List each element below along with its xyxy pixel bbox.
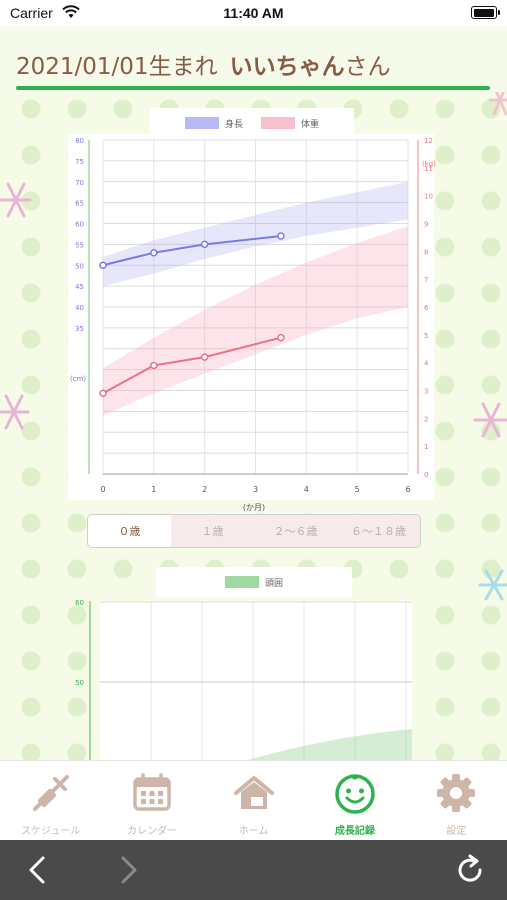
baby-face-icon	[335, 774, 375, 814]
data-point-height	[150, 248, 158, 257]
tab-label-growth-record: 成長記録	[334, 826, 375, 837]
y-tick-label: 40	[75, 304, 84, 312]
data-point-weight	[150, 361, 158, 370]
head-y-tick-label: 60	[75, 599, 84, 607]
data-point-height	[200, 240, 209, 249]
x-axis-unit: (か月)	[243, 503, 265, 512]
right-axis-unit: (kg)	[422, 160, 436, 168]
y2-tick-label: 10	[424, 193, 433, 201]
age-tab-6-18[interactable]: ６〜１８歳	[337, 515, 420, 547]
y-tick-label: 35	[75, 325, 84, 333]
data-point-weight	[200, 353, 209, 361]
tab-label-home: ホーム	[238, 826, 269, 837]
y-tick-label: 75	[75, 158, 84, 166]
y2-tick-label: 12	[424, 137, 433, 145]
y2-tick-label: 3	[424, 388, 428, 396]
y2-tick-label: 6	[424, 304, 429, 312]
x-tick-label: 2	[202, 485, 207, 494]
calendar-icon	[133, 773, 171, 811]
y-tick-label: 55	[75, 241, 84, 249]
tab-growth-record[interactable]: 成長記録	[304, 761, 405, 840]
age-tab-1[interactable]: １歳	[171, 515, 254, 547]
head-chart-legend: 頭囲	[156, 567, 352, 597]
x-tick-label: 4	[304, 485, 309, 494]
y2-tick-label: 9	[424, 221, 428, 229]
gear-icon	[437, 774, 476, 812]
y2-tick-label: 7	[424, 276, 428, 284]
data-point-height	[277, 232, 285, 240]
tab-home[interactable]: ホーム	[203, 761, 304, 840]
snowflake-decoration-right-blue	[478, 569, 507, 601]
y-tick-label: 45	[75, 283, 84, 291]
forward-icon[interactable]	[110, 852, 146, 888]
y2-tick-label: 8	[424, 248, 428, 256]
y-tick-label: 65	[75, 200, 84, 208]
tab-calendar[interactable]: カレンダー	[101, 761, 202, 840]
y2-tick-label: 1	[424, 443, 428, 451]
y2-tick-label: 2	[424, 415, 428, 423]
tab-label-calendar: カレンダー	[127, 826, 178, 837]
age-tab-2-6[interactable]: ２〜６歳	[254, 515, 337, 547]
browser-toolbar	[0, 840, 507, 900]
y2-tick-label: 5	[424, 332, 428, 340]
syringe-icon	[32, 775, 69, 811]
tab-schedule[interactable]: スケジュール	[0, 761, 101, 840]
home-icon	[233, 776, 274, 809]
reload-icon[interactable]	[452, 852, 488, 888]
legend-swatch-head	[224, 576, 259, 588]
x-tick-label: 0	[100, 485, 105, 494]
y-tick-label: 70	[75, 179, 84, 187]
data-point-height	[99, 261, 107, 269]
y2-tick-label: 0	[424, 471, 428, 479]
y-tick-label: 50	[75, 262, 84, 270]
bottom-tab-bar: スケジュール カレンダー ホーム 成長記録 設定	[0, 760, 507, 840]
legend-label-head: 頭囲	[264, 578, 283, 589]
tab-settings[interactable]: 設定	[406, 761, 507, 840]
y-tick-label: 80	[75, 137, 84, 145]
age-tab-0[interactable]: ０歳	[88, 515, 171, 547]
back-icon[interactable]	[20, 852, 56, 888]
x-tick-label: 6	[405, 485, 410, 494]
tab-label-schedule: スケジュール	[21, 826, 81, 837]
y2-tick-label: 4	[424, 360, 429, 368]
y-tick-label: 60	[75, 221, 84, 229]
tab-label-settings: 設定	[446, 826, 467, 837]
left-axis-unit: (cm)	[70, 375, 86, 383]
head-circumference-chart: 50 60	[75, 599, 412, 760]
x-tick-label: 1	[151, 485, 156, 494]
age-range-tabs: ０歳 １歳 ２〜６歳 ６〜１８歳	[87, 514, 421, 548]
x-tick-label: 5	[355, 485, 360, 494]
data-point-weight	[99, 389, 107, 398]
growth-chart: 3540455055606570758001234567891011120 1 2 3…	[70, 137, 436, 512]
x-tick-label: 3	[253, 485, 258, 494]
head-y-tick-label: 50	[75, 679, 84, 687]
data-point-weight	[277, 333, 285, 342]
